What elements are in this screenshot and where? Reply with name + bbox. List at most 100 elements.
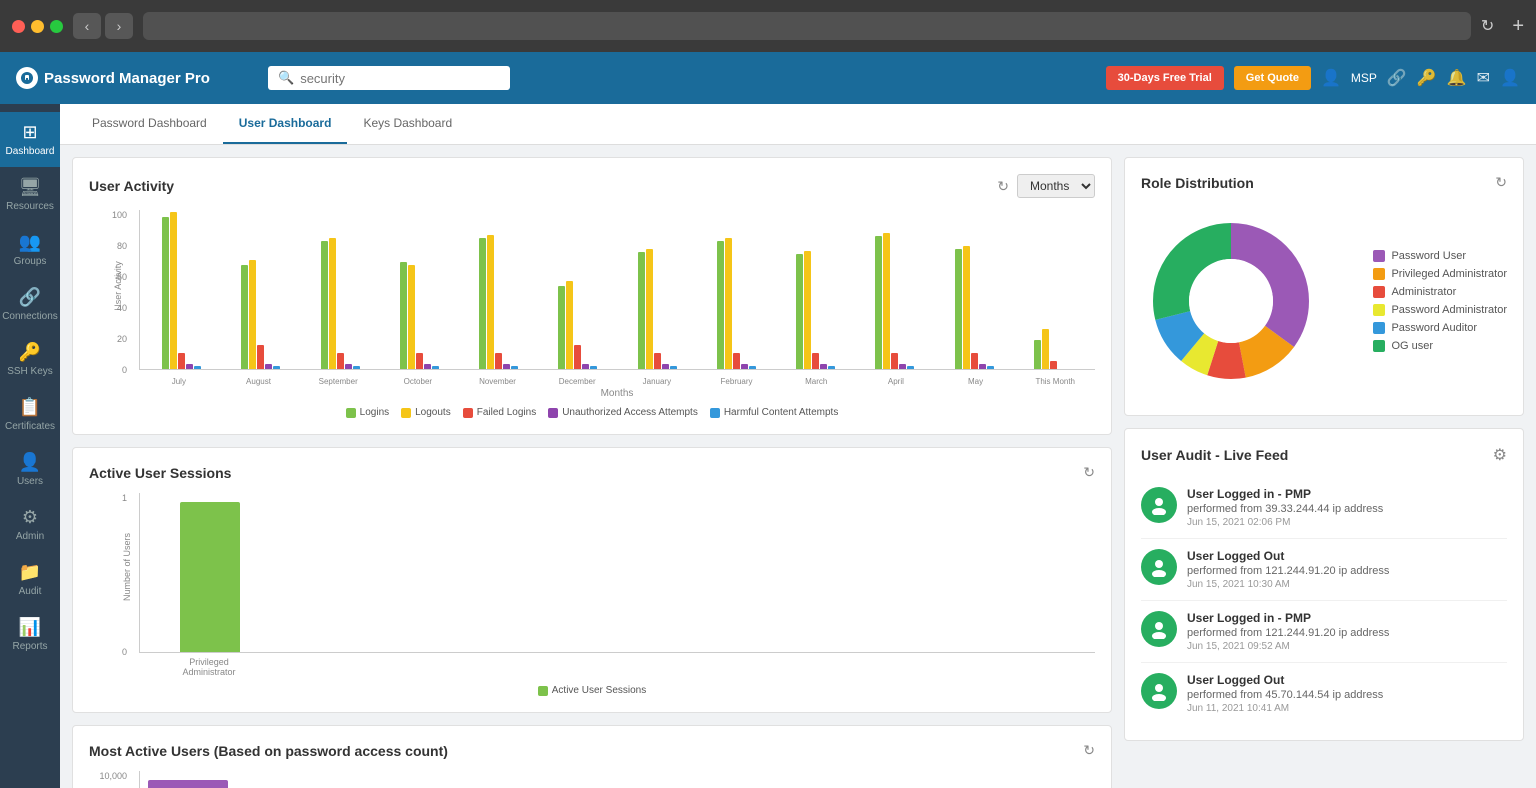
sidebar-item-sshkeys[interactable]: 🔑 SSH Keys	[0, 332, 60, 387]
sshkeys-icon: 🔑	[19, 342, 41, 363]
feed-event-title: User Logged Out	[1187, 673, 1383, 687]
live-feed-settings[interactable]: ⚙	[1493, 445, 1507, 465]
sidebar-item-resources[interactable]: 🖥 Resources	[0, 167, 60, 222]
period-select[interactable]: Months Weeks Days	[1017, 174, 1095, 198]
role-color-administrator	[1373, 286, 1385, 298]
feed-event-desc: performed from 45.70.144.54 ip address	[1187, 689, 1383, 701]
most-active-chart: 10,000	[89, 771, 1095, 788]
role-legend-administrator: Administrator	[1373, 286, 1507, 298]
chart-bar	[654, 353, 661, 369]
sidebar-item-users[interactable]: 👤 Users	[0, 442, 60, 497]
feed-avatar	[1141, 673, 1177, 709]
y-axis: 100 80 60 40 20 0	[89, 210, 133, 375]
sidebar-item-admin[interactable]: ⚙ Admin	[0, 497, 60, 552]
chart-bar	[162, 217, 169, 369]
tab-keys-dashboard[interactable]: Keys Dashboard	[347, 104, 468, 144]
active-sessions-header: Active User Sessions ↻	[89, 464, 1095, 481]
chart-bar	[590, 366, 597, 369]
maximize-button[interactable]	[50, 20, 63, 33]
role-color-priv-admin	[1373, 268, 1385, 280]
address-bar[interactable]	[143, 12, 1471, 40]
chart-bar	[582, 364, 589, 369]
x-axis-label: July	[139, 374, 219, 386]
user-label[interactable]: MSP	[1351, 71, 1377, 85]
close-button[interactable]	[12, 20, 25, 33]
sessions-y-label: Number of Users	[122, 533, 132, 601]
free-trial-button[interactable]: 30-Days Free Trial	[1106, 66, 1224, 90]
sidebar-label-connections: Connections	[2, 311, 58, 322]
sessions-y-tick-0: 0	[122, 647, 127, 657]
forward-button[interactable]: ›	[105, 13, 133, 39]
bar-group	[459, 235, 538, 369]
bar-group	[1014, 329, 1093, 369]
role-label-og-user: OG user	[1391, 340, 1433, 352]
sidebar-item-dashboard[interactable]: ⊞ Dashboard	[0, 112, 60, 167]
logo-area: Password Manager Pro	[16, 67, 256, 89]
chart-bar	[337, 353, 344, 369]
bar-group	[142, 212, 221, 369]
user-activity-refresh[interactable]: ↻	[997, 178, 1009, 195]
minimize-button[interactable]	[31, 20, 44, 33]
role-title: Role Distribution	[1141, 175, 1254, 191]
chart-bar	[733, 353, 740, 369]
legend-unauthorized-label: Unauthorized Access Attempts	[562, 407, 698, 418]
chart-bar	[345, 364, 352, 369]
tab-password-dashboard[interactable]: Password Dashboard	[76, 104, 223, 144]
legend-logouts: Logouts	[401, 407, 451, 418]
search-bar[interactable]: 🔍	[268, 66, 510, 90]
sidebar-label-certificates: Certificates	[5, 421, 55, 432]
search-input[interactable]	[300, 71, 500, 86]
sidebar-item-certificates[interactable]: 📋 Certificates	[0, 387, 60, 442]
donut-chart	[1141, 211, 1321, 391]
sidebar-item-audit[interactable]: 📁 Audit	[0, 552, 60, 607]
role-refresh[interactable]: ↻	[1495, 174, 1507, 191]
nav-buttons: ‹ ›	[73, 13, 133, 39]
sidebar-item-groups[interactable]: 👥 Groups	[0, 222, 60, 277]
live-feed-panel: User Audit - Live Feed ⚙ User Logged in …	[1124, 428, 1524, 741]
role-label-password-auditor: Password Auditor	[1391, 322, 1477, 334]
most-active-refresh[interactable]: ↻	[1083, 742, 1095, 759]
x-axis-label: January	[617, 374, 697, 386]
sidebar-item-reports[interactable]: 📊 Reports	[0, 607, 60, 662]
chart-bar	[820, 364, 827, 369]
chart-bar	[186, 364, 193, 369]
feed-list: User Logged in - PMP performed from 39.3…	[1141, 477, 1507, 724]
active-sessions-refresh[interactable]: ↻	[1083, 464, 1095, 481]
most-active-bar-area	[139, 771, 1095, 788]
feed-event-title: User Logged Out	[1187, 549, 1389, 563]
chart-bar	[574, 345, 581, 369]
chart-bar	[408, 265, 415, 369]
live-feed-title: User Audit - Live Feed	[1141, 447, 1288, 463]
legend-unauthorized: Unauthorized Access Attempts	[548, 407, 698, 418]
chart-bar	[566, 281, 573, 369]
chart-bar	[662, 364, 669, 369]
bar-group	[380, 262, 459, 369]
role-color-password-user	[1373, 250, 1385, 262]
reload-button[interactable]: ↻	[1481, 16, 1494, 36]
chart-bar	[812, 353, 819, 369]
feed-avatar	[1141, 611, 1177, 647]
sidebar-label-admin: Admin	[16, 531, 44, 542]
search-icon: 🔍	[278, 70, 294, 86]
chart-bar	[353, 366, 360, 369]
back-button[interactable]: ‹	[73, 13, 101, 39]
chart-bar	[558, 286, 565, 369]
legend-harmful-label: Harmful Content Attempts	[724, 407, 839, 418]
new-tab-button[interactable]: +	[1512, 15, 1524, 38]
tab-user-dashboard[interactable]: User Dashboard	[223, 104, 348, 144]
sessions-legend-label: Active User Sessions	[552, 685, 646, 696]
chart-bar	[321, 241, 328, 369]
bar-group	[697, 238, 776, 369]
legend-logins-color	[346, 408, 356, 418]
feed-event-desc: performed from 121.244.91.20 ip address	[1187, 627, 1389, 639]
sidebar-item-connections[interactable]: 🔗 Connections	[0, 277, 60, 332]
get-quote-button[interactable]: Get Quote	[1234, 66, 1311, 90]
role-legend-password-user: Password User	[1373, 250, 1507, 262]
role-label-password-user: Password User	[1391, 250, 1466, 262]
most-active-y-axis: 10,000	[89, 771, 133, 781]
bar-group	[855, 233, 934, 369]
role-distribution-panel: Role Distribution ↻	[1124, 157, 1524, 416]
sidebar-label-dashboard: Dashboard	[6, 146, 55, 157]
feed-item: User Logged in - PMP performed from 39.3…	[1141, 477, 1507, 539]
role-legend-og-user: OG user	[1373, 340, 1507, 352]
